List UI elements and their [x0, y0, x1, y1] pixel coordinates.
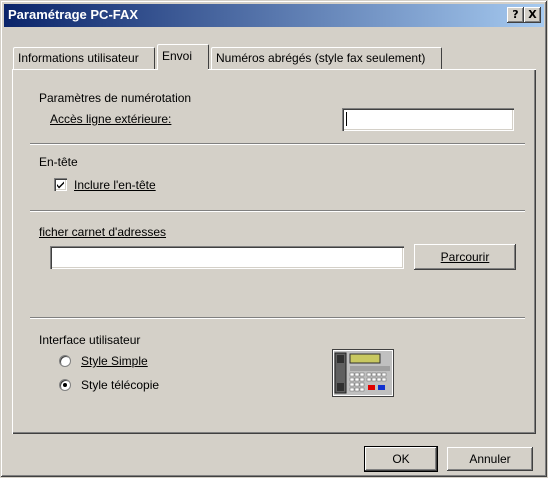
- address-book-heading: ficher carnet d'adresses: [39, 225, 167, 239]
- include-header-label[interactable]: Inclure l'en-tête: [74, 178, 156, 192]
- separator: [30, 210, 525, 212]
- pc-fax-settings-dialog: Paramétrage PC-FAX ? X Informations util…: [0, 0, 548, 478]
- style-fax-radio[interactable]: [59, 379, 71, 391]
- help-button[interactable]: ?: [507, 7, 524, 23]
- style-simple-radio[interactable]: [59, 355, 71, 367]
- fax-machine-icon: [332, 349, 394, 397]
- browse-button[interactable]: Parcourir: [414, 244, 516, 270]
- window-title: Paramétrage PC-FAX: [8, 7, 139, 22]
- include-header-checkbox[interactable]: [54, 178, 67, 191]
- ok-button-label: OK: [392, 452, 410, 466]
- cancel-button-label: Annuler: [469, 452, 511, 466]
- help-icon: ?: [512, 8, 519, 21]
- style-fax-label[interactable]: Style télécopie: [81, 378, 159, 392]
- dialing-parameters-heading: Paramètres de numérotation: [39, 91, 192, 105]
- tab-label: Numéros abrégés (style fax seulement): [216, 51, 426, 65]
- checkmark-icon: [57, 181, 64, 189]
- tab-user-information[interactable]: Informations utilisateur: [13, 47, 155, 69]
- tab-label: Envoi: [162, 49, 193, 63]
- separator: [30, 317, 525, 319]
- close-icon: X: [528, 8, 537, 21]
- tab-speed-dial[interactable]: Numéros abrégés (style fax seulement): [211, 47, 442, 69]
- browse-button-label: Parcourir: [440, 250, 490, 264]
- address-book-path-input[interactable]: [50, 246, 404, 269]
- cancel-button[interactable]: Annuler: [447, 447, 533, 471]
- style-simple-label[interactable]: Style Simple: [81, 354, 148, 368]
- ok-button[interactable]: OK: [365, 447, 437, 471]
- send-tab-panel: Paramètres de numérotation Accès ligne e…: [12, 69, 536, 434]
- text-cursor: [346, 112, 347, 126]
- separator: [30, 143, 525, 145]
- title-bar[interactable]: Paramétrage PC-FAX ? X: [4, 4, 544, 27]
- close-button[interactable]: X: [524, 7, 541, 23]
- outside-line-input[interactable]: [342, 108, 514, 131]
- tab-send[interactable]: Envoi: [157, 44, 209, 71]
- header-heading: En-tête: [39, 155, 78, 169]
- tab-label: Informations utilisateur: [18, 51, 139, 65]
- outside-line-label: Accès ligne extérieure:: [50, 112, 172, 126]
- radio-selected-dot: [63, 383, 67, 387]
- user-interface-heading: Interface utilisateur: [39, 333, 141, 347]
